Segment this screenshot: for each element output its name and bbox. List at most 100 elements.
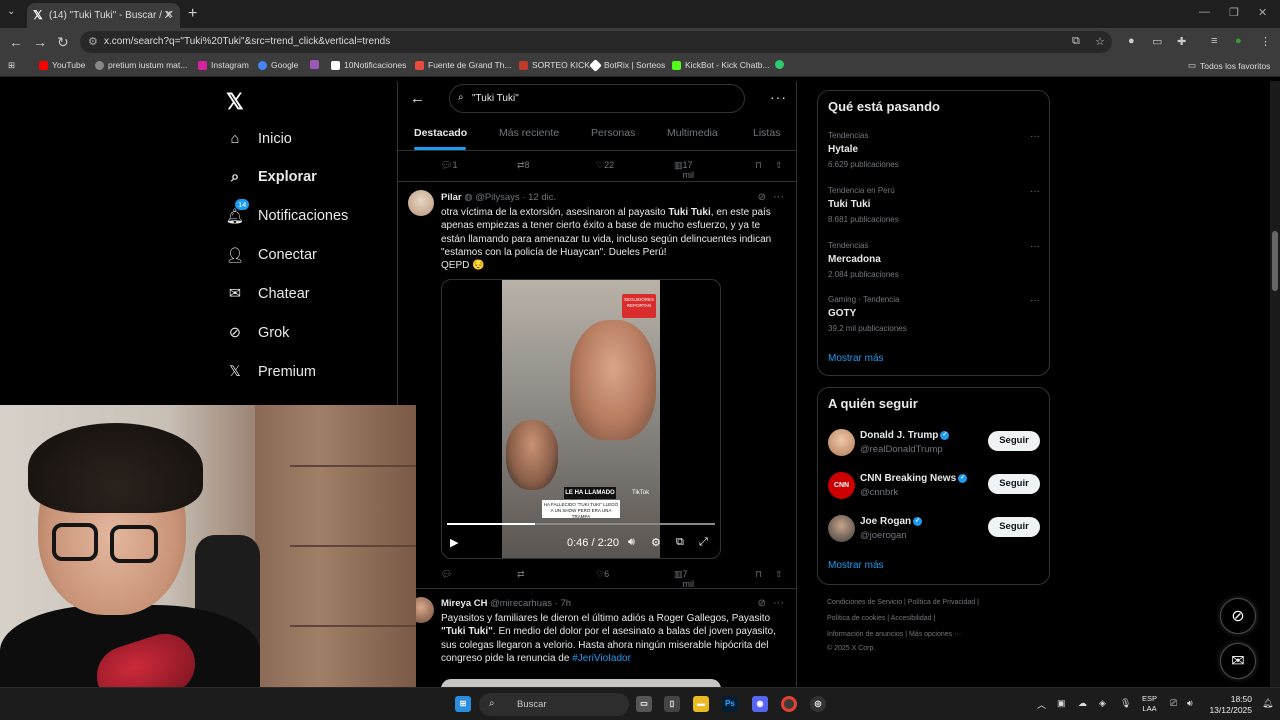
x-logo-icon[interactable]: 𝕏 — [226, 89, 244, 115]
language-indicator[interactable]: ESP LAA — [1142, 694, 1157, 714]
bookmark-icon[interactable]: ⊓ — [755, 569, 762, 580]
nav-item-notifications[interactable]: 🔔︎ 14 Notificaciones — [226, 199, 348, 231]
tweet[interactable]: Mireya CH @mirecarhuas · 7h ⊘ ··· Payasi… — [398, 589, 796, 687]
menu-kebab-icon[interactable]: ⋮ — [1260, 35, 1271, 48]
tray-app-icon[interactable]: ▣ — [1057, 698, 1066, 709]
bookmark-google[interactable]: Google — [258, 60, 298, 70]
follow-suggestion[interactable]: Donald J. Trump ✓ @realDonaldTrump Seguir — [828, 429, 1040, 459]
tab-media[interactable]: Multimedia — [667, 127, 718, 139]
photoshop-icon[interactable]: Ps — [722, 696, 738, 712]
tab-latest[interactable]: Más reciente — [499, 127, 559, 139]
tray-expand-icon[interactable]: ︿ — [1037, 698, 1046, 711]
follow-button[interactable]: Seguir — [988, 431, 1040, 451]
tweet-date[interactable]: 7h — [560, 598, 571, 609]
discord-icon[interactable]: ◉ — [752, 696, 768, 712]
tab-search-icon[interactable]: ⌄ — [7, 6, 15, 17]
tab-top[interactable]: Destacado — [414, 127, 467, 139]
like-button[interactable]: ♡ 6 — [596, 569, 609, 580]
follow-suggestion[interactable]: Joe Rogan ✓ @joerogan Seguir — [828, 515, 1040, 545]
views-button[interactable]: ▥ 17 mil — [674, 160, 694, 180]
network-icon[interactable]: ⎚ — [1170, 698, 1177, 709]
new-tab-button[interactable]: + — [188, 5, 197, 23]
bookmark-botrix[interactable]: BotRix | Sorteos — [589, 58, 665, 72]
scrollbar-thumb[interactable] — [1272, 231, 1278, 291]
bookmark-icon-only[interactable] — [310, 60, 319, 69]
apps-grid-icon[interactable]: ⊞ — [8, 60, 15, 71]
bookmark-youtube[interactable]: YouTube — [39, 60, 85, 70]
reply-button[interactable]: 💬︎ — [441, 569, 452, 580]
page-scrollbar[interactable] — [1270, 81, 1280, 687]
system-clock[interactable]: 18:50 13/12/2025 — [1206, 694, 1252, 716]
tweet-image[interactable] — [441, 679, 721, 687]
nav-item-grok[interactable]: ⊘ Grok — [226, 318, 290, 348]
tweet[interactable]: Pilar ◍ @Pilysays · 12 dic. ⊘ ··· otra v… — [398, 182, 796, 589]
reading-list-icon[interactable]: ≡ — [1211, 35, 1217, 47]
footer-links-3[interactable]: Información de anuncios | Más opciones ·… — [827, 631, 961, 638]
forward-icon[interactable]: → — [33, 34, 47, 50]
grok-icon[interactable]: ⊘ — [758, 192, 766, 203]
bookmark-star-icon[interactable]: ☆ — [1095, 35, 1105, 48]
start-windows-icon[interactable]: ⊞ — [455, 696, 471, 712]
cnn-avatar[interactable]: CNN — [828, 472, 855, 499]
repost-button[interactable]: ⇄ 8 — [517, 160, 530, 171]
pip-icon[interactable]: ⧉ — [676, 536, 684, 549]
tab-lists[interactable]: Listas — [753, 127, 780, 139]
trend-item[interactable]: Tendencias Hytale 6.629 publicaciones ··… — [828, 131, 1040, 169]
video-progress-bar[interactable] — [447, 523, 715, 525]
follow-suggestion[interactable]: CNN CNN Breaking News ✓ @cnnbrk Seguir — [828, 472, 1040, 502]
volume-icon[interactable]: 🔊︎ — [1187, 698, 1193, 709]
close-window-icon[interactable]: ✕ — [1258, 6, 1267, 19]
site-info-icon[interactable]: ⚙ — [88, 35, 98, 48]
trend-item[interactable]: Tendencia en Perú Tuki Tuki 8.681 public… — [828, 186, 1040, 224]
minimize-icon[interactable]: — — [1199, 6, 1210, 18]
more-options-icon[interactable]: ··· — [770, 89, 787, 105]
chrome-icon[interactable] — [781, 696, 797, 712]
tab-people[interactable]: Personas — [591, 127, 635, 139]
author-handle[interactable]: @Pilysays — [475, 192, 520, 203]
hashtag-link[interactable]: #JeriVioIador — [572, 653, 631, 664]
fullscreen-icon[interactable]: ⤢ — [699, 536, 708, 549]
more-icon[interactable]: ··· — [1030, 131, 1040, 142]
taskbar-search[interactable]: ⌕ Buscar — [479, 693, 629, 716]
task-view-icon[interactable]: ▭ — [636, 696, 652, 712]
file-explorer-icon[interactable]: ▬ — [693, 696, 709, 712]
settings-icon[interactable]: ⚙ — [651, 536, 661, 549]
follow-button[interactable]: Seguir — [988, 474, 1040, 494]
back-icon[interactable]: ← — [9, 34, 23, 50]
author-name[interactable]: Pilar — [441, 192, 462, 203]
bookmark-icon[interactable]: ⊓ — [755, 160, 762, 171]
app-icon[interactable]: ▯ — [664, 696, 680, 712]
repost-button[interactable]: ⇄ — [517, 569, 525, 580]
search-input[interactable]: ⌕ "Tuki Tuki" — [449, 84, 745, 113]
more-icon[interactable]: ··· — [1030, 241, 1040, 252]
bookmark-instagram[interactable]: Instagram — [198, 60, 249, 70]
microphone-icon[interactable]: 🎙︎ — [1120, 698, 1131, 709]
grok-icon[interactable]: ⊘ — [758, 598, 766, 609]
share-icon[interactable]: ⇧ — [775, 160, 783, 171]
nav-item-chat[interactable]: ✉ Chatear — [226, 279, 310, 309]
all-favorites-folder[interactable]: ▭ Todos los favoritos — [1188, 60, 1270, 71]
bookmark-pretium[interactable]: pretium iustum mat... — [95, 60, 187, 70]
bookmark-10notificaciones[interactable]: 10Notificaciones — [331, 60, 406, 70]
avatar[interactable] — [828, 429, 855, 456]
close-tab-icon[interactable]: ✕ — [165, 8, 174, 21]
back-arrow-icon[interactable]: ← — [410, 90, 425, 107]
more-icon[interactable]: ··· — [1030, 186, 1040, 197]
trending-show-more-link[interactable]: Mostrar más — [828, 353, 884, 364]
views-button[interactable]: ▥ 7 mil — [674, 569, 694, 589]
maximize-icon[interactable]: ❐ — [1229, 6, 1239, 19]
reload-icon[interactable]: ↻ — [57, 34, 69, 51]
play-icon[interactable]: ▶ — [450, 536, 458, 549]
share-icon[interactable]: ⇧ — [775, 569, 783, 580]
like-button[interactable]: ♡ 22 — [596, 160, 614, 171]
avatar[interactable] — [828, 515, 855, 542]
messages-fab-button[interactable]: ✉ — [1220, 643, 1256, 679]
install-icon[interactable]: ⧉ — [1072, 35, 1080, 48]
bookmark-kickbot[interactable]: KickBot - Kick Chatb... — [672, 60, 770, 70]
bookmark-sorteo-kick[interactable]: SORTEO KICK — [519, 60, 590, 70]
trend-item[interactable]: Tendencias Mercadona 2.084 publicaciones… — [828, 241, 1040, 279]
app2-icon[interactable]: ◎ — [810, 696, 826, 712]
grok-fab-button[interactable]: ⊘ — [1220, 598, 1256, 634]
profile-avatar-icon[interactable]: ● — [1235, 35, 1242, 47]
author-name[interactable]: Mireya CH — [441, 598, 487, 609]
